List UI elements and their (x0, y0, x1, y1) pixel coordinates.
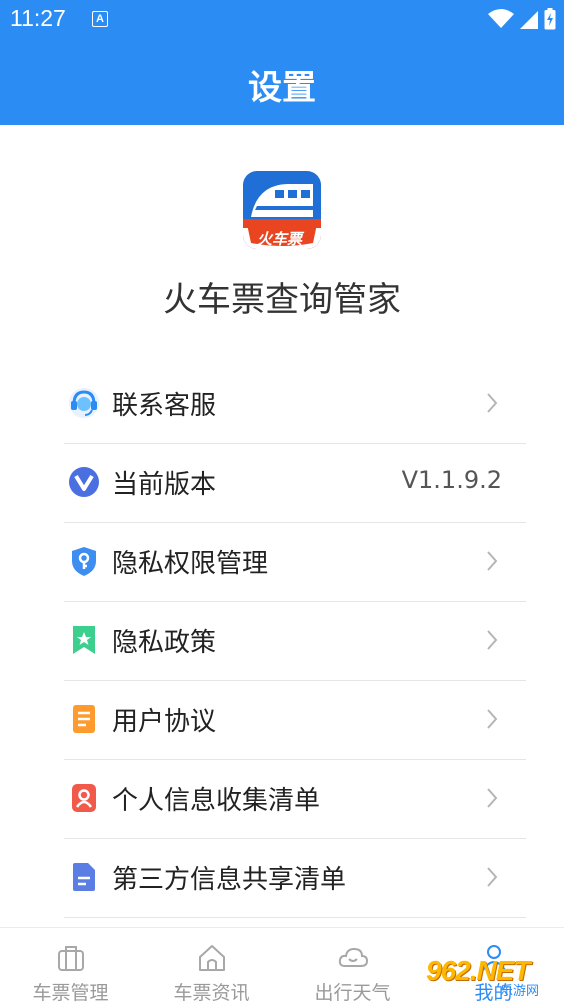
home-icon (199, 945, 225, 971)
status-time: 11:27 (10, 5, 66, 31)
signal-icon (520, 11, 538, 29)
app-name: 火车票查询管家 (163, 280, 401, 320)
battery-icon (544, 8, 556, 30)
tab-ticket-news[interactable]: 车票资讯 (141, 928, 282, 1005)
menu-label: 用户协议 (112, 707, 217, 737)
menu-label: 隐私权限管理 (112, 549, 269, 579)
chevron-right-icon (487, 788, 498, 808)
document-icon (73, 705, 95, 733)
shield-key-icon (72, 547, 96, 576)
tab-travel-weather[interactable]: 出行天气 (282, 928, 423, 1005)
suitcase-icon (58, 946, 84, 971)
menu-label: 第三方信息共享清单 (112, 865, 347, 895)
chevron-right-icon (487, 630, 498, 650)
tab-label: 出行天气 (314, 982, 391, 1004)
menu-label: 联系客服 (112, 391, 217, 421)
wifi-icon (488, 9, 514, 28)
version-icon (69, 467, 99, 497)
tab-label: 车票资讯 (173, 982, 250, 1004)
status-bar: 11:27 A (0, 0, 564, 38)
menu-item-current-version[interactable]: 当前版本 V1.1.9.2 (64, 444, 526, 523)
menu-item-user-agreement[interactable]: 用户协议 (64, 681, 526, 760)
watermark: 962.NET 乐游网 (426, 955, 562, 1001)
menu-label: 隐私政策 (112, 628, 217, 658)
menu-label: 当前版本 (112, 470, 217, 500)
weather-icon (338, 947, 369, 967)
chevron-right-icon (487, 709, 498, 729)
menu-item-privacy-policy[interactable]: 隐私政策 (64, 602, 526, 681)
chevron-right-icon (487, 867, 498, 887)
chevron-right-icon (487, 393, 498, 413)
menu-item-third-party-sharing[interactable]: 第三方信息共享清单 (64, 839, 526, 918)
bookmark-star-icon (73, 626, 95, 654)
app-logo: 火车票 (243, 171, 321, 249)
tab-label: 车票管理 (32, 982, 109, 1004)
menu-item-privacy-permissions[interactable]: 隐私权限管理 (64, 523, 526, 602)
status-icons (488, 6, 556, 32)
app-bar: 设置 (0, 38, 564, 125)
tab-ticket-management[interactable]: 车票管理 (0, 928, 141, 1005)
logo-text: 火车票 (257, 230, 303, 248)
settings-menu: 联系客服 当前版本 V1.1.9.2 隐私权限管理 隐私政策 用户协议 个人信息… (64, 365, 526, 918)
menu-item-personal-info-list[interactable]: 个人信息收集清单 (64, 760, 526, 839)
file-icon (73, 863, 95, 891)
chevron-right-icon (487, 551, 498, 571)
version-value: V1.1.9.2 (401, 466, 502, 494)
watermark-sub: 乐游网 (500, 984, 540, 999)
headset-icon (69, 388, 99, 418)
menu-item-contact-service[interactable]: 联系客服 (64, 365, 526, 444)
notification-badge: A (92, 11, 108, 27)
menu-label: 个人信息收集清单 (112, 786, 321, 816)
person-card-icon (72, 784, 96, 812)
page-title: 设置 (248, 68, 316, 108)
